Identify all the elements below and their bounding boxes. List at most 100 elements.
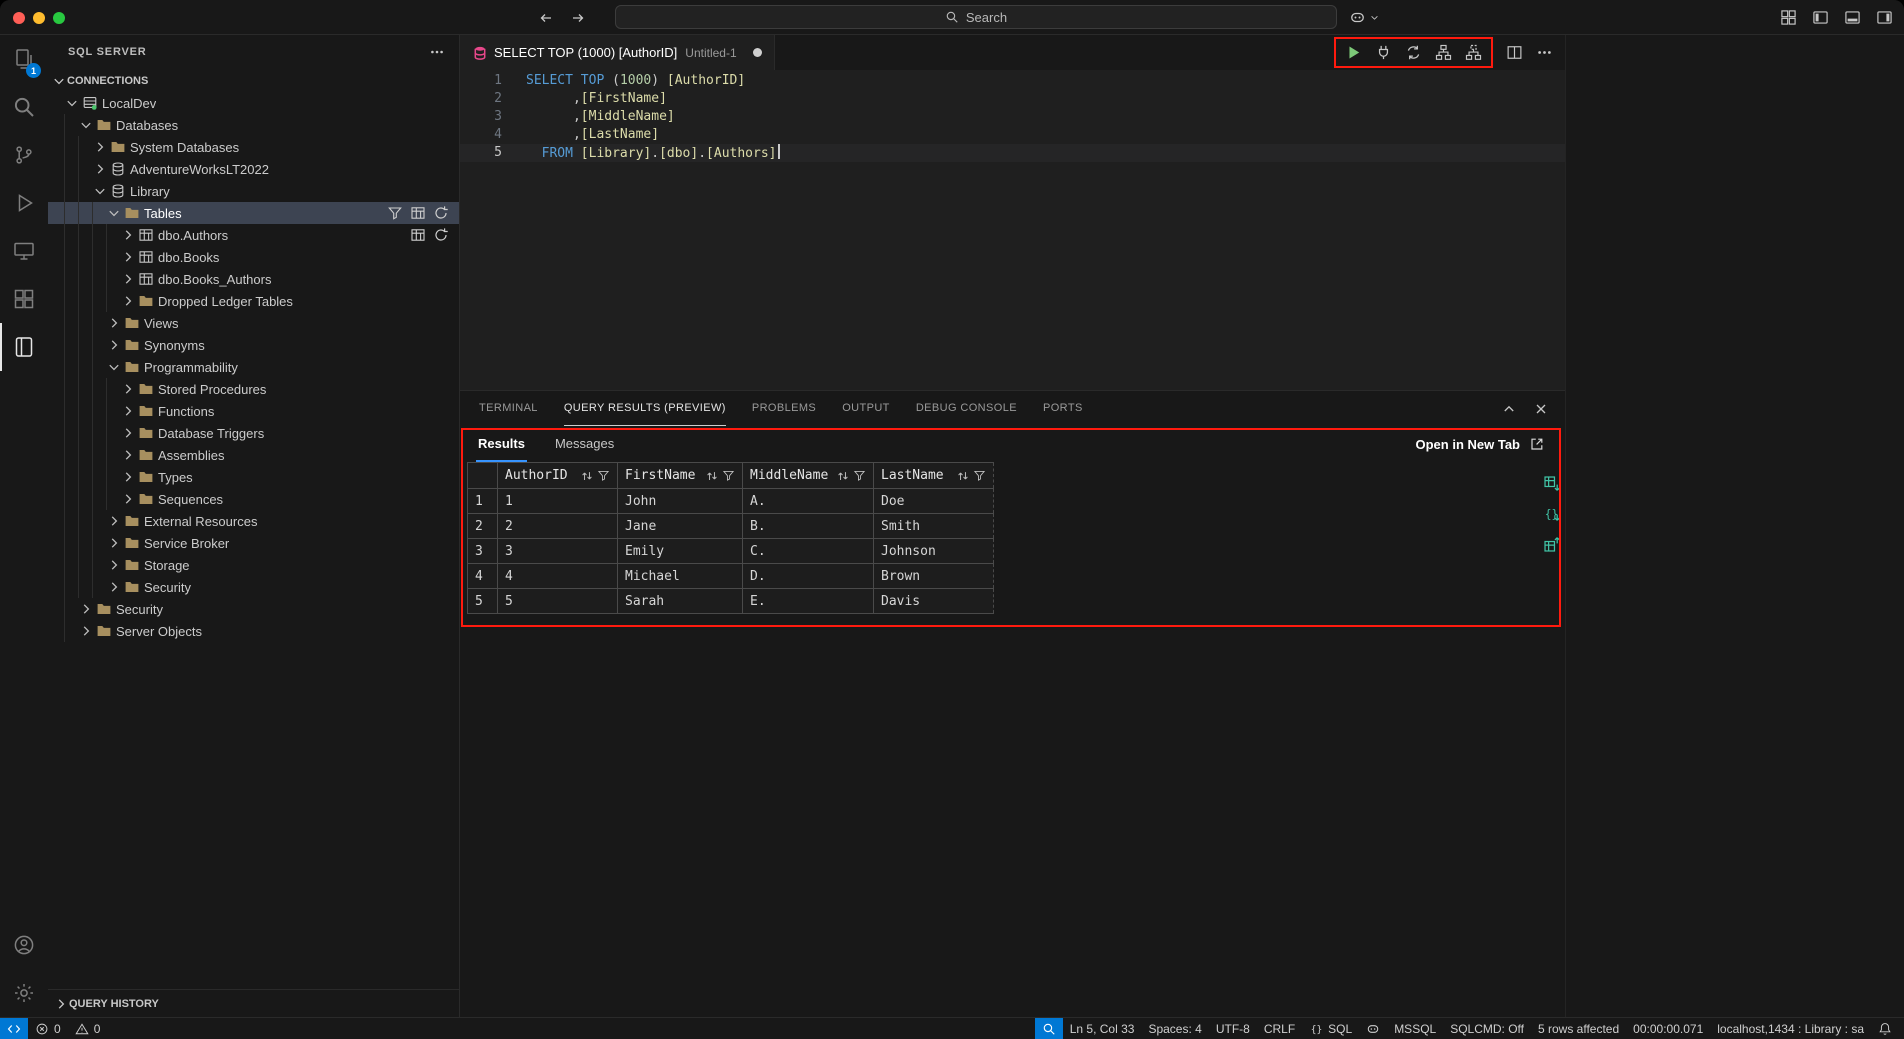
panel-left-icon[interactable] <box>1812 9 1829 26</box>
result-cell[interactable]: 1 <box>498 489 618 514</box>
copilot-menu[interactable] <box>1349 0 1380 35</box>
tree-item-synonyms[interactable]: Synonyms <box>48 334 459 356</box>
tree-item-programmability[interactable]: Programmability <box>48 356 459 378</box>
close-window-button[interactable] <box>13 12 25 24</box>
column-header-authorid[interactable]: AuthorID <box>498 463 618 489</box>
tree-item-dropped-ledger-tables[interactable]: Dropped Ledger Tables <box>48 290 459 312</box>
row-number[interactable]: 5 <box>468 589 498 614</box>
activity-item-settings[interactable] <box>0 969 48 1017</box>
activity-item-source-control[interactable] <box>0 131 48 179</box>
enable-actual-plan-icon[interactable] <box>1465 44 1482 61</box>
tree-item-database-triggers[interactable]: Database Triggers <box>48 422 459 444</box>
code-line-1[interactable]: 1SELECT TOP (1000) [AuthorID] <box>460 72 1565 90</box>
tree-item-assemblies[interactable]: Assemblies <box>48 444 459 466</box>
tree-item-databases[interactable]: Databases <box>48 114 459 136</box>
forward-arrow-icon[interactable] <box>570 10 586 26</box>
activity-item-extensions[interactable] <box>0 275 48 323</box>
status-query-duration[interactable]: 00:00:00.071 <box>1626 1018 1710 1039</box>
sort-icon[interactable] <box>836 469 850 483</box>
result-cell[interactable]: B. <box>743 514 874 539</box>
tree-item-server-objects[interactable]: Server Objects <box>48 620 459 642</box>
result-row-4[interactable]: 44MichaelD.Brown <box>468 564 994 589</box>
status-errors[interactable]: 0 <box>28 1018 68 1039</box>
panel-tab-output[interactable]: OUTPUT <box>842 391 890 426</box>
editor-tab[interactable]: SELECT TOP (1000) [AuthorID] Untitled-1 <box>460 35 775 70</box>
code-editor[interactable]: 1SELECT TOP (1000) [AuthorID]2 ,[FirstNa… <box>460 70 1565 390</box>
status-encoding[interactable]: UTF-8 <box>1209 1018 1257 1039</box>
status-notifications[interactable] <box>1871 1018 1904 1039</box>
status-zoom-indicator[interactable] <box>1035 1018 1063 1039</box>
sort-icon[interactable] <box>956 469 970 483</box>
code-line-5[interactable]: 5 FROM [Library].[dbo].[Authors] <box>460 144 1565 162</box>
filter-icon[interactable] <box>973 469 986 482</box>
tree-item-storage[interactable]: Storage <box>48 554 459 576</box>
query-history-section-header[interactable]: QUERY HISTORY <box>48 989 459 1017</box>
result-cell[interactable]: Sarah <box>618 589 743 614</box>
status-copilot-status[interactable] <box>1359 1018 1387 1039</box>
tree-item-dbo-books[interactable]: dbo.Books <box>48 246 459 268</box>
results-tab-messages[interactable]: Messages <box>553 426 616 462</box>
sort-icon[interactable] <box>705 469 719 483</box>
save-excel-icon[interactable] <box>1543 535 1561 553</box>
panel-tab-problems[interactable]: PROBLEMS <box>752 391 816 426</box>
filter-icon[interactable] <box>597 469 610 482</box>
panel-tab-debug-console[interactable]: DEBUG CONSOLE <box>916 391 1017 426</box>
column-header-firstname[interactable]: FirstName <box>618 463 743 489</box>
layout-grid-icon[interactable] <box>1780 9 1797 26</box>
tree-item-functions[interactable]: Functions <box>48 400 459 422</box>
save-csv-icon[interactable] <box>1543 475 1561 493</box>
panel-right-icon[interactable] <box>1876 9 1893 26</box>
activity-item-sql-server[interactable] <box>0 323 48 371</box>
result-row-3[interactable]: 33EmilyC.Johnson <box>468 539 994 564</box>
result-row-1[interactable]: 11JohnA.Doe <box>468 489 994 514</box>
status-connection-info[interactable]: localhost,1434 : Library : sa <box>1710 1018 1871 1039</box>
result-cell[interactable]: C. <box>743 539 874 564</box>
sort-icon[interactable] <box>580 469 594 483</box>
panel-bottom-icon[interactable] <box>1844 9 1861 26</box>
filter-icon[interactable] <box>853 469 866 482</box>
split-editor-icon[interactable] <box>1506 44 1523 61</box>
result-cell[interactable]: Brown <box>874 564 994 589</box>
result-cell[interactable]: Jane <box>618 514 743 539</box>
result-cell[interactable]: Smith <box>874 514 994 539</box>
status-eol[interactable]: CRLF <box>1257 1018 1302 1039</box>
result-cell[interactable]: 3 <box>498 539 618 564</box>
result-cell[interactable]: Emily <box>618 539 743 564</box>
result-cell[interactable]: D. <box>743 564 874 589</box>
result-cell[interactable]: A. <box>743 489 874 514</box>
code-line-3[interactable]: 3 ,[MiddleName] <box>460 108 1565 126</box>
result-cell[interactable]: 2 <box>498 514 618 539</box>
tree-item-adventureworkslt2022[interactable]: AdventureWorksLT2022 <box>48 158 459 180</box>
maximize-panel-icon[interactable] <box>1501 401 1517 417</box>
command-center-search[interactable]: Search <box>615 5 1337 29</box>
column-header-middlename[interactable]: MiddleName <box>743 463 874 489</box>
activity-item-run-and-debug[interactable] <box>0 179 48 227</box>
code-line-2[interactable]: 2 ,[FirstName] <box>460 90 1565 108</box>
tree-item-external-resources[interactable]: External Resources <box>48 510 459 532</box>
tree-item-stored-procedures[interactable]: Stored Procedures <box>48 378 459 400</box>
panel-tab-query-results-preview[interactable]: QUERY RESULTS (PREVIEW) <box>564 391 726 426</box>
activity-item-search[interactable] <box>0 83 48 131</box>
tree-item-sequences[interactable]: Sequences <box>48 488 459 510</box>
tree-item-system-databases[interactable]: System Databases <box>48 136 459 158</box>
result-cell[interactable]: Michael <box>618 564 743 589</box>
row-number[interactable]: 2 <box>468 514 498 539</box>
status-mssql-provider[interactable]: MSSQL <box>1387 1018 1443 1039</box>
maximize-window-button[interactable] <box>53 12 65 24</box>
status-sqlcmd-status[interactable]: SQLCMD: Off <box>1443 1018 1531 1039</box>
row-number[interactable]: 4 <box>468 564 498 589</box>
tree-item-tables[interactable]: Tables <box>48 202 459 224</box>
status-indentation[interactable]: Spaces: 4 <box>1141 1018 1208 1039</box>
status-language-mode[interactable]: {}SQL <box>1302 1018 1359 1039</box>
panel-tab-terminal[interactable]: TERMINAL <box>479 391 538 426</box>
refresh-icon[interactable] <box>433 227 449 243</box>
back-arrow-icon[interactable] <box>538 10 554 26</box>
run-query-icon[interactable] <box>1345 44 1362 61</box>
results-tab-results[interactable]: Results <box>476 426 527 462</box>
filter-icon[interactable] <box>722 469 735 482</box>
code-line-4[interactable]: 4 ,[LastName] <box>460 126 1565 144</box>
status-cursor-position[interactable]: Ln 5, Col 33 <box>1063 1018 1142 1039</box>
connections-section-header[interactable]: CONNECTIONS <box>48 69 459 92</box>
status-remote-indicator[interactable] <box>0 1018 28 1039</box>
row-number[interactable]: 1 <box>468 489 498 514</box>
